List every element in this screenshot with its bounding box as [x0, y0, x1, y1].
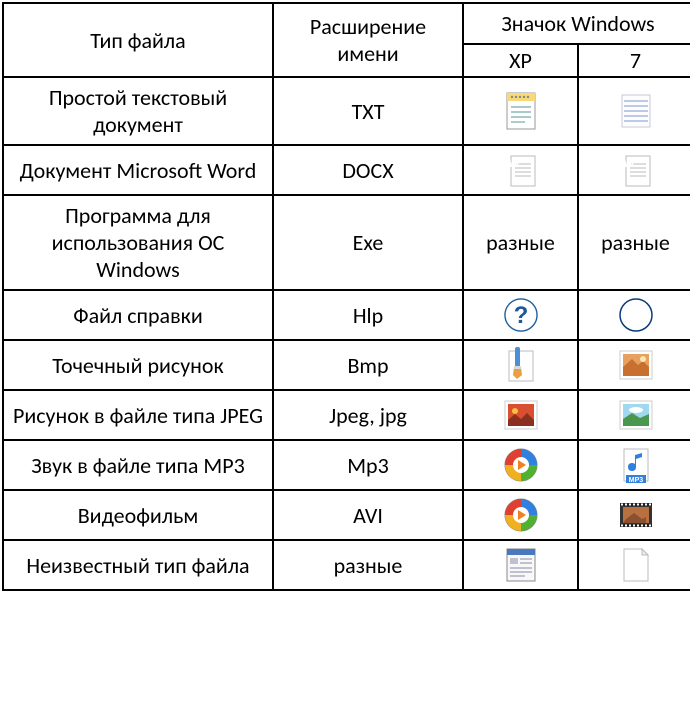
cell-filetype: Документ Microsoft Word	[3, 145, 273, 195]
word-xp-icon	[463, 145, 578, 195]
help-xp-icon	[463, 290, 578, 340]
bmp-7-icon	[578, 340, 690, 390]
table-row: Рисунок в файле типа JPEGJpeg, jpg	[3, 390, 690, 440]
cell-xp-text: разные	[463, 195, 578, 290]
cell-extension: Hlp	[273, 290, 463, 340]
table-row: ВидеофильмAVI	[3, 490, 690, 540]
table-row: Неизвестный тип файларазные	[3, 540, 690, 590]
mp3-7-icon	[578, 440, 690, 490]
cell-extension: AVI	[273, 490, 463, 540]
cell-filetype: Программа для использования ОС Windows	[3, 195, 273, 290]
header-xp: XP	[463, 44, 578, 77]
cell-extension: Jpeg, jpg	[273, 390, 463, 440]
cell-filetype: Звук в файле типа MP3	[3, 440, 273, 490]
jpeg-xp-icon	[463, 390, 578, 440]
filetype-table: Тип файла Расширение имени Значок Window…	[2, 2, 690, 591]
cell-seven-text: разные	[578, 195, 690, 290]
help-7-icon	[578, 290, 690, 340]
cell-extension: DOCX	[273, 145, 463, 195]
table-row: Точечный рисунокBmp	[3, 340, 690, 390]
header-filetype: Тип файла	[3, 3, 273, 77]
header-seven: 7	[578, 44, 690, 77]
cell-extension: разные	[273, 540, 463, 590]
cell-extension: Mp3	[273, 440, 463, 490]
header-extension: Расширение имени	[273, 3, 463, 77]
cell-filetype: Точечный рисунок	[3, 340, 273, 390]
header-icon: Значок Windows	[463, 3, 690, 44]
table-row: Программа для использования ОС WindowsEx…	[3, 195, 690, 290]
cell-extension: TXT	[273, 77, 463, 145]
avi-7-icon	[578, 490, 690, 540]
notepad-xp-icon	[463, 77, 578, 145]
jpeg-7-icon	[578, 390, 690, 440]
word-7-icon	[578, 145, 690, 195]
unknown-7-icon	[578, 540, 690, 590]
cell-extension: Bmp	[273, 340, 463, 390]
cell-extension: Exe	[273, 195, 463, 290]
table-row: Файл справкиHlp	[3, 290, 690, 340]
cell-filetype: Рисунок в файле типа JPEG	[3, 390, 273, 440]
mp3-xp-icon	[463, 440, 578, 490]
cell-filetype: Простой текстовый документ	[3, 77, 273, 145]
cell-filetype: Неизвестный тип файла	[3, 540, 273, 590]
notepad-7-icon	[578, 77, 690, 145]
bmp-xp-icon	[463, 340, 578, 390]
cell-filetype: Файл справки	[3, 290, 273, 340]
table-row: Документ Microsoft WordDOCX	[3, 145, 690, 195]
cell-filetype: Видеофильм	[3, 490, 273, 540]
table-row: Простой текстовый документTXT	[3, 77, 690, 145]
table-row: Звук в файле типа MP3Mp3	[3, 440, 690, 490]
avi-xp-icon	[463, 490, 578, 540]
header-row: Тип файла Расширение имени Значок Window…	[3, 3, 690, 44]
unknown-xp-icon	[463, 540, 578, 590]
